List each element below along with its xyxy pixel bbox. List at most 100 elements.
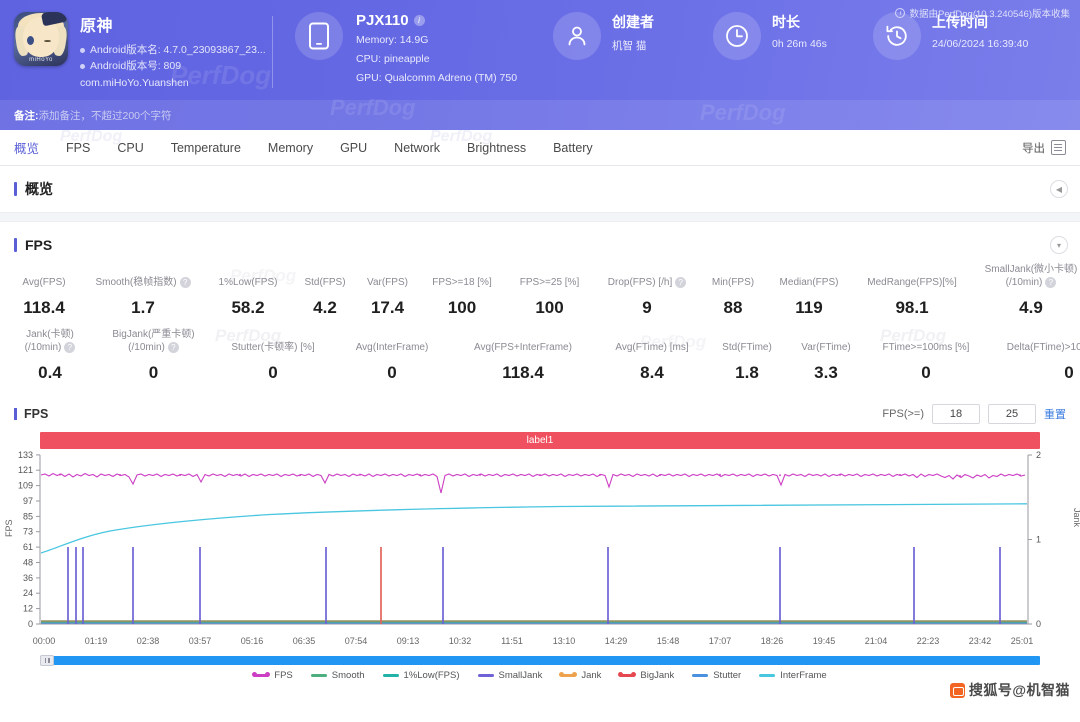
legend-swatch [618, 672, 637, 677]
x-tick: 13:10 [552, 636, 576, 646]
tab-temperature[interactable]: Temperature [171, 141, 241, 155]
scrollbar-handle[interactable] [40, 655, 54, 666]
help-icon[interactable]: ? [675, 277, 687, 288]
metric-label: Delta(FTime)>100ms [/h] [1006, 342, 1080, 353]
legend-item-smalljank[interactable]: SmallJank [477, 670, 542, 681]
tab-brightness[interactable]: Brightness [467, 141, 526, 155]
metric-label: Median(FPS) [779, 277, 839, 288]
device-info-block: PJX110 i Memory: 14.9G CPU: pineapple GP… [273, 12, 545, 86]
fps-threshold-input-2[interactable] [988, 404, 1036, 424]
x-tick: 06:35 [292, 636, 316, 646]
svg-text:109: 109 [18, 481, 33, 491]
summary-header: PerfDog PerfDog PerfDog i 数据由PerfDog(10.… [0, 0, 1080, 130]
metric-label: Stutter(卡顿率) [%] [231, 342, 315, 353]
tab-network[interactable]: Network [394, 141, 440, 155]
metric-jank: Jank(卡顿) (/10min)? 0.4 [4, 328, 96, 383]
metric-label: Min(FPS) [711, 277, 755, 288]
upload-time-value: 24/06/2024 16:39:40 [932, 38, 1029, 50]
souhu-watermark-text: 搜狐号@机智猫 [968, 682, 1070, 698]
app-version-name-value: 4.7.0_23093867_23... [163, 44, 266, 56]
fps-threshold-controls: FPS(>=) 重置 [882, 404, 1066, 424]
fps-chart-plot[interactable]: 0 12 24 36 48 61 73 85 97 109 121 133 012 [0, 451, 1080, 636]
metric-label: SmallJank(微小卡顿) [984, 264, 1078, 275]
chevron-down-icon[interactable]: ▾ [1050, 236, 1068, 254]
bullet-icon [80, 47, 85, 53]
app-version-code-label: Android版本号: [90, 60, 161, 72]
legend-item-smooth[interactable]: Smooth [310, 670, 365, 681]
x-tick: 21:04 [864, 636, 888, 646]
help-icon[interactable]: ? [167, 342, 179, 353]
x-tick: 14:29 [604, 636, 628, 646]
metric-stutter: Stutter(卡顿率) [%] 0 [211, 341, 335, 383]
y2-axis-title: Jank [1072, 507, 1080, 527]
tab-memory[interactable]: Memory [268, 141, 313, 155]
metric-drop-fps: Drop(FPS) [/h]? 9 [594, 276, 700, 318]
help-icon[interactable]: ? [64, 342, 76, 353]
metric-value: 0 [387, 363, 397, 382]
info-icon: i [895, 8, 906, 18]
help-icon[interactable]: ? [179, 277, 191, 288]
svg-text:24: 24 [23, 588, 33, 598]
fps-threshold-input-1[interactable] [932, 404, 980, 424]
metric-min-fps: Min(FPS) 88 [700, 276, 766, 318]
metric-median-fps: Median(FPS) 119 [766, 276, 852, 318]
metric-value: 118.4 [502, 363, 544, 382]
metric-value: 98.1 [895, 298, 929, 317]
metric-label: Jank(卡顿) [26, 329, 74, 340]
chart-accent-bar [14, 408, 17, 420]
legend-swatch [559, 672, 578, 677]
metric-label: Avg(FPS) [22, 277, 66, 288]
x-tick: 07:54 [344, 636, 368, 646]
legend-item-jank[interactable]: Jank [559, 669, 602, 681]
tab-overview[interactable]: 概览 [14, 138, 40, 168]
svg-text:0: 0 [28, 619, 33, 629]
export-button[interactable]: 导出 [1022, 140, 1066, 156]
fps-filter-label: FPS(>=) [882, 408, 924, 420]
x-tick: 01:19 [84, 636, 108, 646]
chart-horizontal-scrollbar[interactable] [40, 655, 1040, 666]
chevron-left-icon[interactable]: ◀ [1050, 180, 1068, 198]
metric-value: 0.4 [38, 363, 62, 382]
svg-text:61: 61 [23, 542, 33, 552]
legend-swatch [252, 672, 271, 677]
legend-label: Jank [581, 669, 602, 681]
metric-fps-ge-18: FPS>=18 [%] 100 [419, 276, 505, 318]
legend-item-fps[interactable]: FPS [252, 669, 293, 681]
tab-battery[interactable]: Battery [553, 141, 593, 155]
remark-placeholder[interactable]: 添加备注，不超过200个字符 [39, 108, 172, 123]
svg-text:36: 36 [23, 573, 33, 583]
info-icon[interactable]: i [413, 15, 425, 26]
x-tick: 02:38 [136, 636, 160, 646]
legend-item-1pct-low[interactable]: 1%Low(FPS) [382, 670, 460, 681]
chart-label-bar[interactable]: label1 [40, 432, 1040, 449]
y-axis-title: FPS [4, 519, 14, 537]
remark-bar[interactable]: 备注: 添加备注，不超过200个字符 [0, 100, 1080, 130]
app-version-code-value: 809 [163, 60, 182, 72]
device-memory: Memory: 14.9G [356, 34, 429, 46]
phone-icon [295, 12, 343, 60]
metric-std-fps: Std(FPS) 4.2 [294, 276, 356, 318]
duration-title: 时长 [772, 14, 800, 30]
fps-chart-header: FPS FPS(>=) 重置 [0, 399, 1080, 429]
fps-title: FPS [25, 237, 53, 253]
user-icon [553, 12, 601, 60]
tab-cpu[interactable]: CPU [117, 141, 143, 155]
legend-item-bigjank[interactable]: BigJank [618, 670, 674, 681]
legend-item-stutter[interactable]: Stutter [692, 670, 741, 681]
reset-button[interactable]: 重置 [1044, 406, 1066, 422]
tab-gpu[interactable]: GPU [340, 141, 367, 155]
app-info-block: miHoYo 原神 Android版本名: 4.7.0_23093867_23.… [0, 12, 272, 89]
help-icon[interactable]: ? [1045, 277, 1057, 288]
legend-swatch [382, 673, 399, 677]
x-tick: 19:45 [812, 636, 836, 646]
metric-fps-ge-25: FPS>=25 [%] 100 [505, 276, 594, 318]
legend-label: FPS [274, 669, 293, 681]
metric-value: 4.9 [1019, 298, 1043, 317]
tab-fps[interactable]: FPS [66, 141, 90, 155]
legend-item-interframe[interactable]: InterFrame [759, 670, 827, 681]
chart-svg[interactable]: 01224 364861 738597 109121133 012 [0, 451, 1080, 636]
metric-value: 3.3 [814, 363, 838, 382]
metric-value: 0 [921, 363, 931, 382]
metric-label: Avg(InterFrame) [355, 342, 429, 353]
remark-label: 备注: [14, 109, 39, 122]
